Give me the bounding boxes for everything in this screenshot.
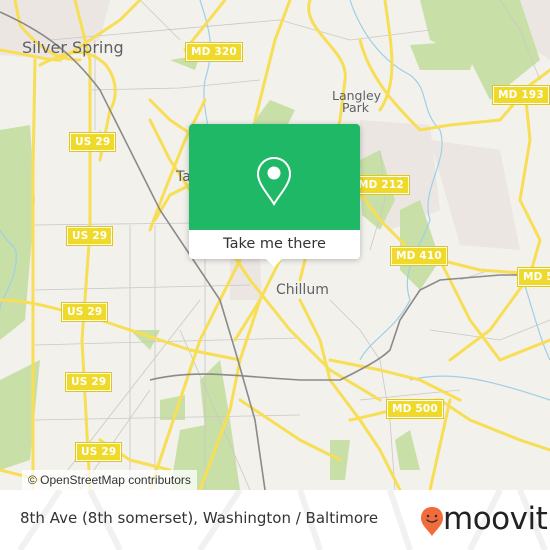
take-me-there-button[interactable]: Take me there	[189, 230, 360, 259]
map-view[interactable]: Silver Spring Langley Park Chillum Ta MD…	[0, 0, 550, 490]
route-shield-us-29: US 29	[68, 132, 117, 152]
route-shield-us-29: US 29	[74, 442, 123, 462]
route-shield-us-29: US 29	[60, 302, 109, 322]
map-attribution[interactable]: © OpenStreetMap contributors	[22, 470, 197, 490]
route-shield-md-50x: MD 50	[516, 267, 550, 287]
popup-pointer	[265, 258, 283, 267]
popup-header	[189, 124, 360, 230]
moovit-logo-icon	[421, 507, 443, 536]
stop-title: 8th Ave (8th somerset), Washington / Bal…	[20, 509, 379, 527]
route-shield-us-29: US 29	[64, 372, 113, 392]
route-shield-md-193: MD 193	[492, 85, 550, 105]
destination-popup: Take me there	[189, 124, 360, 267]
place-label-park: Park	[342, 100, 370, 115]
place-label-silver-spring: Silver Spring	[22, 38, 124, 57]
footer-bar: 8th Ave (8th somerset), Washington / Bal…	[0, 490, 550, 550]
route-shield-md-320: MD 320	[185, 42, 243, 62]
route-shield-md-500: MD 500	[386, 399, 444, 419]
place-label-chillum: Chillum	[276, 282, 329, 298]
route-shield-md-212: MD 212	[352, 175, 410, 195]
location-pin-icon	[256, 156, 292, 206]
route-shield-md-410: MD 410	[390, 246, 448, 266]
route-shield-us-29: US 29	[65, 226, 114, 246]
moovit-brand-text: moovit	[443, 501, 548, 537]
